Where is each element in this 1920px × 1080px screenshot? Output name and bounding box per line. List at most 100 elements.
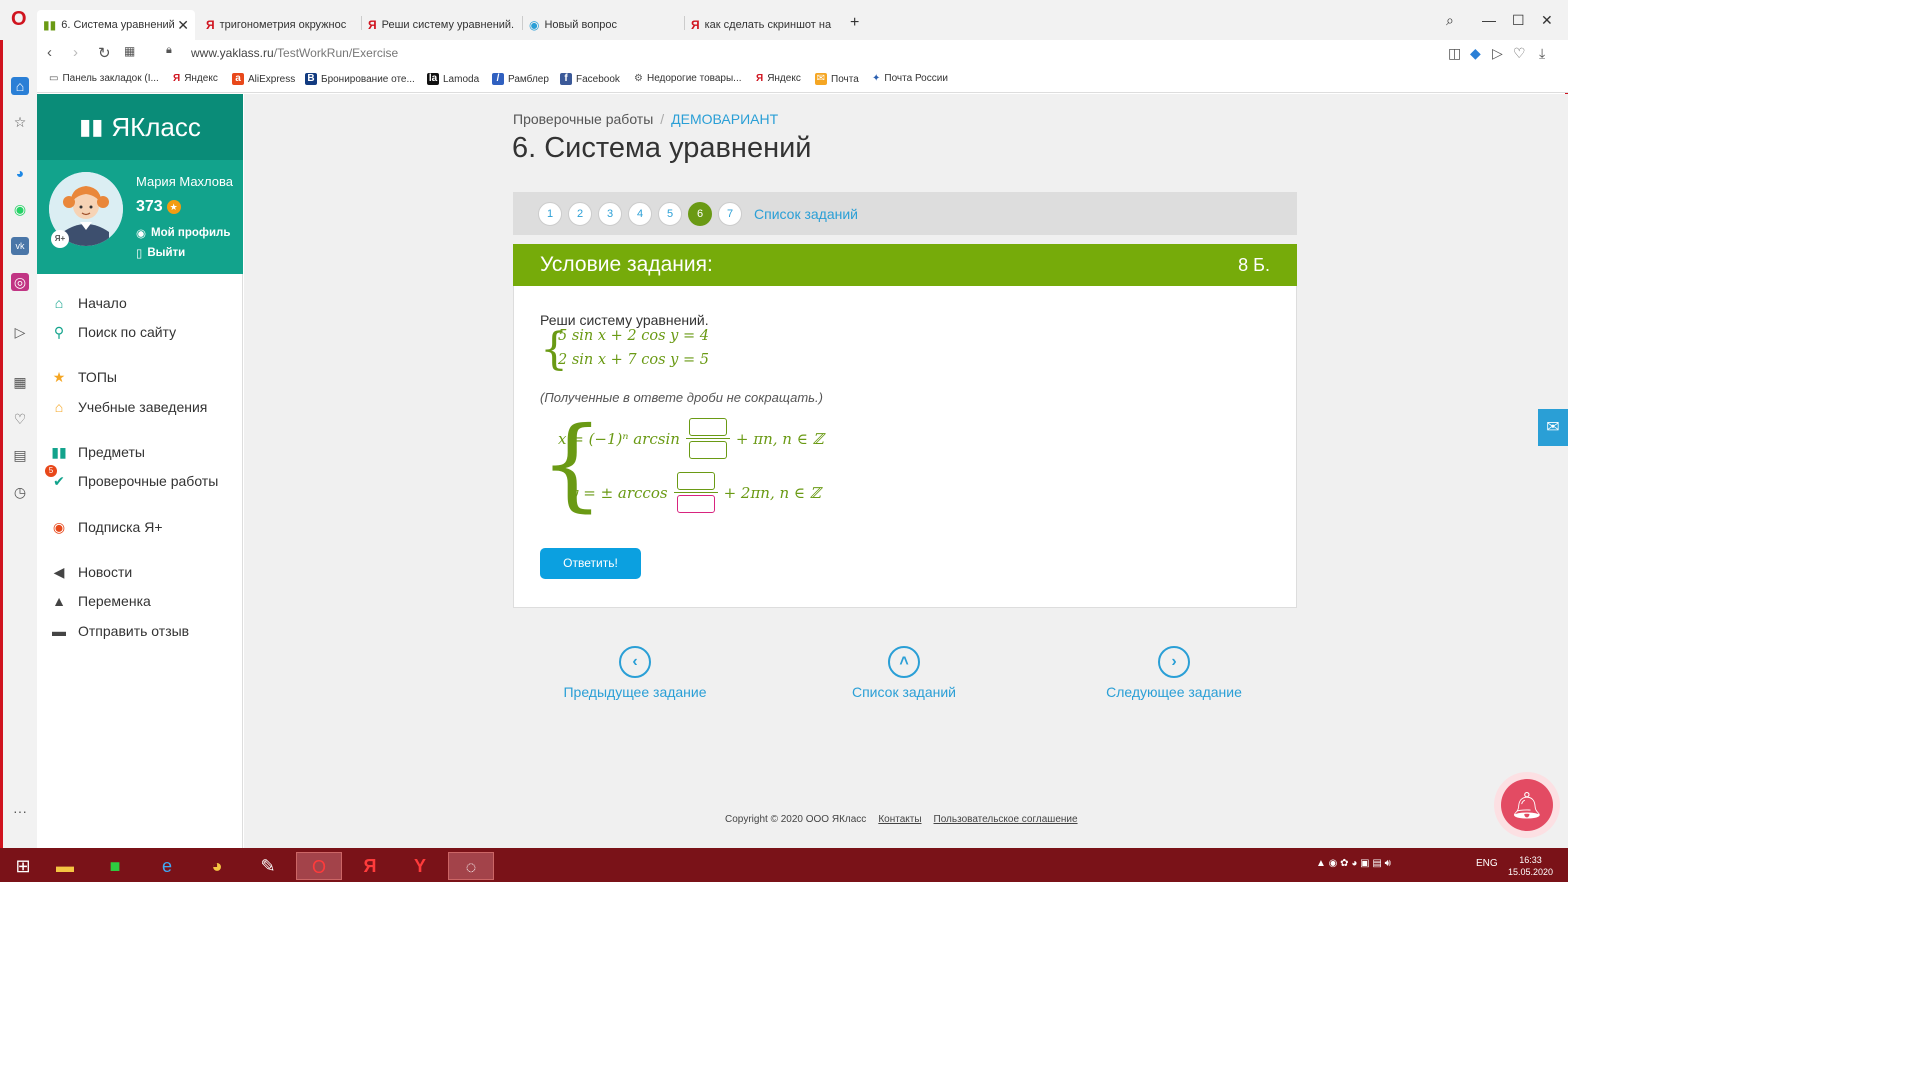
yandex-favicon-icon: Я (368, 18, 377, 32)
close-window-button[interactable]: ✕ (1541, 12, 1553, 29)
bookmark-folder[interactable]: ▭ Панель закладок (I... (49, 73, 159, 84)
notifications-button[interactable]: 🔔︎ (1494, 772, 1560, 838)
url-field[interactable]: www.yaklass.ru/TestWorkRun/Exercise (191, 46, 398, 60)
flow-icon[interactable]: ▷ (11, 323, 29, 341)
menu-item-subscription[interactable]: ◉ Подписка Я+ (50, 518, 163, 536)
tab-question[interactable]: ◉ Новый вопрос (523, 10, 681, 40)
whatsapp-icon[interactable]: ◉ (11, 200, 29, 218)
new-tab-button[interactable]: + (850, 14, 859, 32)
menu-item-news[interactable]: ◀ Новости (50, 563, 133, 581)
store-icon[interactable]: ■ (92, 852, 138, 880)
page-2-button[interactable]: 2 (568, 201, 592, 226)
menu-item-feedback[interactable]: ▬ Отправить отзыв (50, 622, 189, 640)
next-task-link[interactable]: › Следующее задание (1094, 646, 1254, 700)
tab-solve[interactable]: Я Реши систему уравнений. (362, 10, 520, 40)
opera-taskbar-icon[interactable]: O (296, 852, 342, 880)
breadcrumb-tests[interactable]: Проверочные работы (513, 111, 653, 127)
bookmark-yandex-2[interactable]: Я Яндекс (756, 73, 801, 84)
apps-grid-icon[interactable]: ▦ (11, 373, 29, 391)
back-icon[interactable]: ‹ (47, 44, 52, 61)
bookmark-russian-post[interactable]: ✦ Почта России (872, 73, 948, 84)
bookmark-aliexpress[interactable]: a AliExpress (232, 73, 295, 85)
vk-icon[interactable]: vk (11, 237, 29, 255)
contacts-link[interactable]: Контакты (878, 814, 921, 825)
bookmark-lamoda[interactable]: la Lamoda (427, 73, 479, 85)
more-icon[interactable]: ··· (11, 802, 29, 820)
tests-count-badge: 5 (45, 465, 57, 477)
heart-icon[interactable]: ♡ (1513, 45, 1526, 62)
favorites-heart-icon[interactable]: ♡ (11, 410, 29, 428)
page-4-button[interactable]: 4 (628, 201, 652, 226)
bookmark-booking[interactable]: B Бронирование оте... (305, 73, 415, 85)
bookmark-yandex[interactable]: Я Яндекс (173, 73, 218, 84)
page-6-button[interactable]: 6 (688, 201, 712, 226)
windows-start-icon[interactable]: ⊞ (0, 852, 46, 880)
search-tabs-icon[interactable]: ⌕ (1446, 12, 1454, 29)
menu-item-schools[interactable]: ⌂ Учебные заведения (50, 398, 208, 416)
page-1-button[interactable]: 1 (538, 201, 562, 226)
x-denominator-input[interactable] (688, 441, 727, 459)
profile-link[interactable]: ◉ Мой профиль (136, 226, 230, 240)
menu-item-tops[interactable]: ★ ТОПы (50, 368, 117, 386)
y-numerator-input[interactable] (676, 472, 715, 490)
app-icon[interactable]: ✎ (245, 852, 291, 880)
vpn-shield-icon[interactable]: ◆ (1470, 45, 1481, 62)
home-icon[interactable]: ⌂ (11, 77, 29, 95)
windows-taskbar: ⊞ ▬ ■ e ◕ ✎ O Я Y ◌ ▲ ◉ ✿ ◕ ▣ ▤ 🔊︎ ENG 1… (0, 848, 1568, 882)
history-clock-icon[interactable]: ◷ (11, 483, 29, 501)
prev-task-label: Предыдущее задание (563, 684, 707, 700)
menu-item-subjects[interactable]: ▮▮ Предметы (50, 443, 145, 461)
chrome-icon[interactable]: ◕ (194, 852, 240, 880)
clock[interactable]: 16:33 15.05.2020 (1508, 854, 1553, 878)
download-icon[interactable]: ⤓ (1539, 45, 1545, 62)
menu-item-tests[interactable]: ✔ 5 Проверочные работы (45, 465, 218, 490)
instagram-icon[interactable]: ◎ (11, 273, 29, 291)
bookmark-label: Почта (831, 73, 859, 85)
menu-item-break[interactable]: ▲ Переменка (50, 592, 151, 610)
camera-icon[interactable]: ◫ (1448, 45, 1461, 62)
agreement-link[interactable]: Пользовательское соглашение (934, 814, 1078, 825)
task-list-link[interactable]: Список заданий (754, 206, 858, 222)
file-explorer-icon[interactable]: ▬ (42, 852, 88, 880)
tray-icons[interactable]: ▲ ◉ ✿ ◕ ▣ ▤ 🔊︎ (1316, 858, 1391, 869)
bookmark-rambler[interactable]: / Рамблер (492, 73, 549, 85)
yandex-taskbar-icon[interactable]: Я (347, 852, 393, 880)
submit-answer-button[interactable]: Ответить! (540, 548, 641, 579)
task-header-title: Условие задания: (540, 253, 713, 276)
language-indicator[interactable]: ENG (1476, 858, 1498, 869)
reload-icon[interactable]: ↻ (98, 44, 111, 62)
tab-trig[interactable]: Я тригонометрия окружнос (200, 10, 358, 40)
user-score: 373 ★ (136, 198, 181, 216)
prev-task-link[interactable]: ‹ Предыдущее задание (544, 646, 726, 700)
menu-item-home[interactable]: ⌂ Начало (50, 294, 127, 312)
menu-item-search[interactable]: ⚲ Поиск по сайту (50, 323, 176, 341)
tab-active[interactable]: ▮▮ 6. Система уравнений ✕ (37, 10, 195, 40)
bookmarks-star-icon[interactable]: ☆ (11, 113, 29, 131)
breadcrumb-demo[interactable]: ДЕМОВАРИАНТ (671, 111, 778, 127)
messenger-icon[interactable]: ◕ (11, 164, 29, 182)
brand-logo[interactable]: ▮▮ ЯКласс (37, 94, 243, 160)
bookmark-facebook[interactable]: f Facebook (560, 73, 620, 85)
forward-icon[interactable]: › (73, 44, 78, 61)
bookmark-mail[interactable]: ✉ Почта (815, 73, 859, 85)
feedback-mail-icon[interactable]: ✉ (1538, 409, 1568, 446)
bookmark-cheap[interactable]: ⚙ Недорогие товары... (634, 73, 742, 84)
send-icon[interactable]: ▷ (1492, 45, 1503, 62)
opera-logo-icon[interactable]: O (11, 9, 29, 29)
internet-explorer-icon[interactable]: e (144, 852, 190, 880)
y-denominator-input[interactable] (676, 495, 715, 513)
page-3-button[interactable]: 3 (598, 201, 622, 226)
page-5-button[interactable]: 5 (658, 201, 682, 226)
x-numerator-input[interactable] (688, 418, 727, 436)
speed-dial-icon[interactable]: ▦ (124, 44, 135, 58)
logout-link[interactable]: ▯ Выйти (136, 246, 185, 260)
page-7-button[interactable]: 7 (718, 201, 742, 226)
news-icon[interactable]: ▤ (11, 446, 29, 464)
maximize-button[interactable]: ☐ (1512, 12, 1525, 29)
yandex-browser-icon[interactable]: Y (397, 852, 443, 880)
tab-screenshot[interactable]: Я как сделать скриншот на (685, 10, 843, 40)
close-tab-icon[interactable]: ✕ (177, 17, 189, 34)
minimize-button[interactable]: — (1482, 12, 1496, 28)
app-2-icon[interactable]: ◌ (448, 852, 494, 880)
task-list-nav-link[interactable]: ˄ Список заданий (824, 646, 984, 700)
